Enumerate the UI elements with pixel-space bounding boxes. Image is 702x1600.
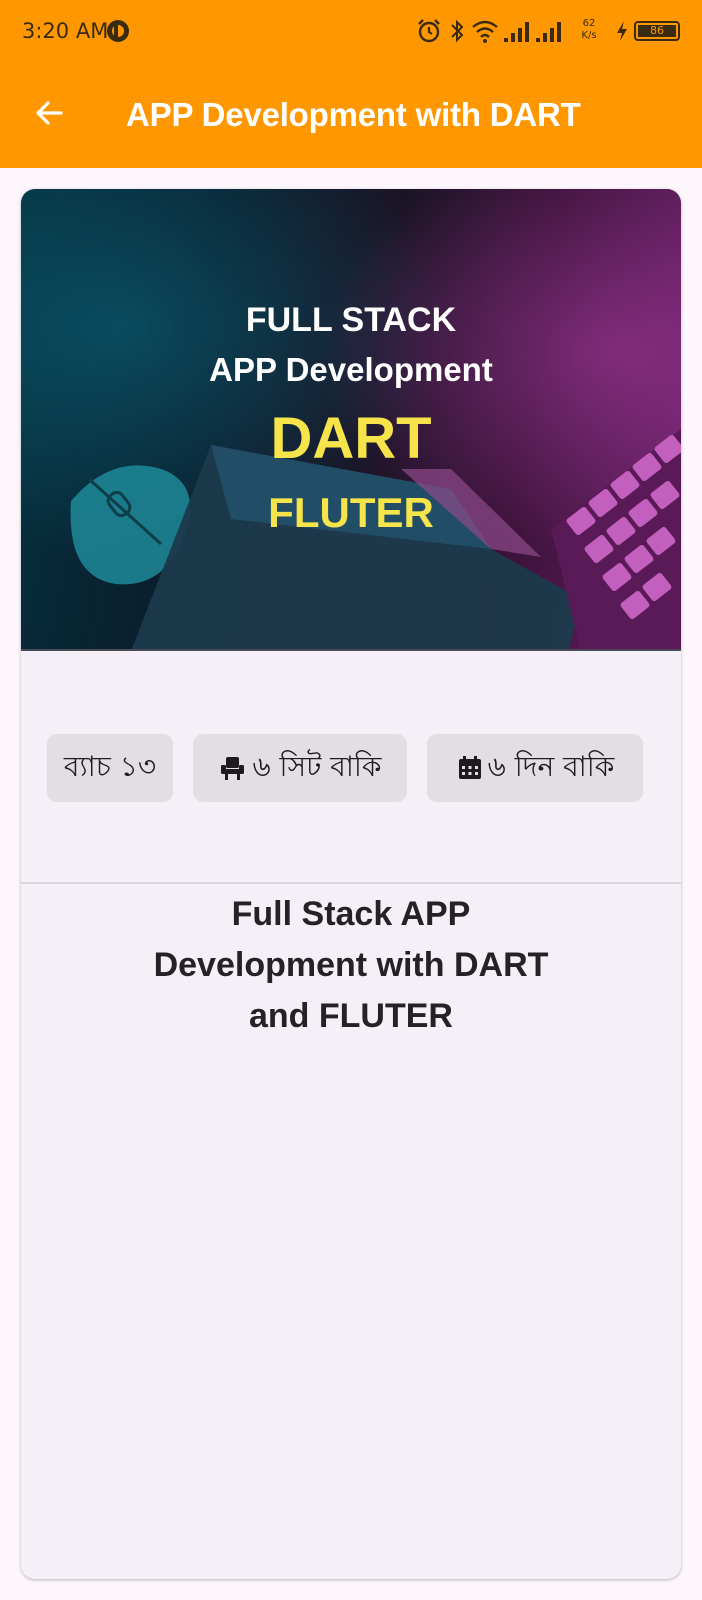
- battery-level: 86: [638, 25, 676, 37]
- course-info-chips: ব্যাচ ১৩ ৬ সিট বাকি ৬ দিন বাকি: [21, 734, 681, 804]
- calendar-icon: [458, 756, 481, 779]
- status-time: 3:20 AM: [22, 19, 109, 43]
- banner-line-4: FLUTER: [268, 489, 434, 536]
- banner-line-2: APP Development: [209, 351, 493, 388]
- wifi-icon: [472, 20, 498, 43]
- course-card: FULL STACK APP Development DART FLUTER ব…: [21, 189, 681, 1579]
- days-chip[interactable]: ৬ দিন বাকি: [427, 734, 643, 802]
- batch-chip[interactable]: ব্যাচ ১৩: [47, 734, 173, 802]
- banner-line-3: DART: [270, 406, 432, 471]
- back-button[interactable]: [24, 88, 74, 138]
- toolbar: APP Development with DART: [0, 62, 702, 168]
- seat-icon: [221, 757, 245, 780]
- page-title: APP Development with DART: [126, 96, 581, 133]
- course-title: Full Stack APP Development with DART and…: [153, 895, 549, 1035]
- days-label: ৬ দিন বাকি: [487, 749, 615, 783]
- signal-icon: [504, 22, 529, 42]
- batch-label: ব্যাচ ১৩: [63, 749, 157, 783]
- status-bar: 3:20 AM 62 K/s 86: [0, 0, 702, 62]
- section-divider: [21, 882, 681, 884]
- net-speed-unit: K/s: [581, 30, 597, 41]
- seats-chip[interactable]: ৬ সিট বাকি: [193, 734, 407, 802]
- app-bar: 3:20 AM 62 K/s 86 APP Development with D…: [0, 0, 702, 168]
- signal-icon-2: [536, 22, 561, 42]
- course-banner: FULL STACK APP Development DART FLUTER: [21, 189, 681, 651]
- net-speed-value: 62: [582, 18, 596, 29]
- notification-app-icon: [106, 19, 130, 43]
- back-arrow-icon: [36, 101, 63, 125]
- bluetooth-icon: [451, 19, 464, 43]
- battery-icon: 86: [634, 21, 680, 41]
- banner-line-1: FULL STACK: [245, 301, 457, 339]
- seats-label: ৬ সিট বাকি: [252, 749, 382, 783]
- net-speed: 62 K/s: [576, 18, 602, 42]
- alarm-icon: [418, 19, 440, 43]
- charging-icon: [617, 21, 627, 41]
